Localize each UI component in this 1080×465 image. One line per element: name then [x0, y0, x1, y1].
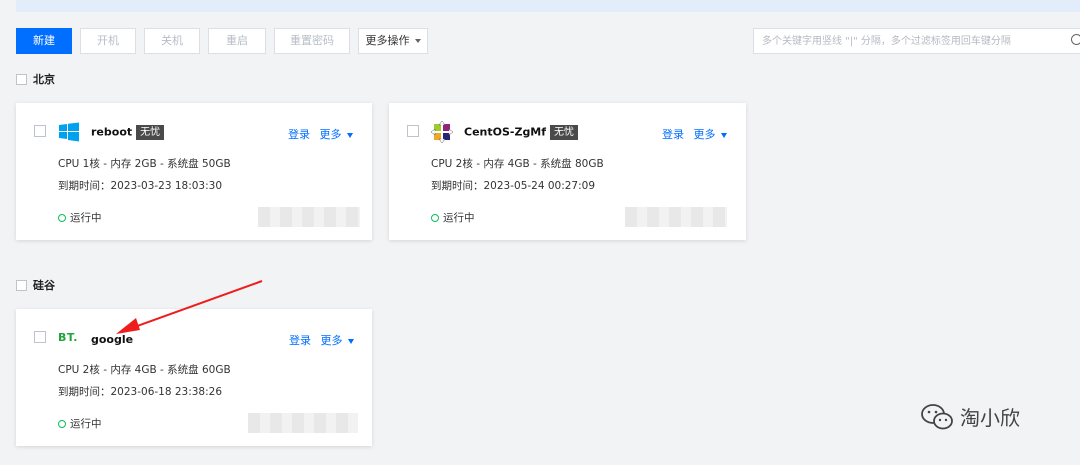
- wechat-icon: [921, 403, 953, 429]
- watermark-text: 淘小欣: [960, 406, 1020, 430]
- watermark: 淘小欣: [920, 402, 1020, 431]
- annotation-arrow: [116, 280, 263, 334]
